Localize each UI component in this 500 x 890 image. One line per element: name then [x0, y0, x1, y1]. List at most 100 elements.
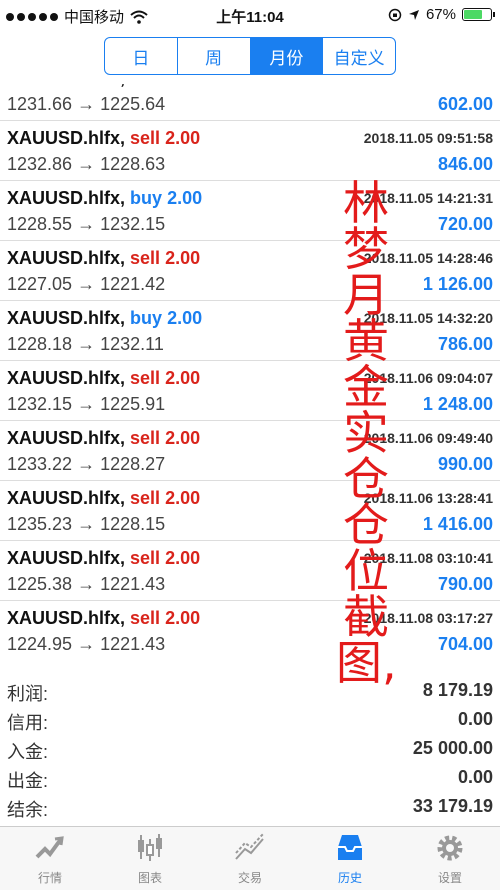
trade-profit: 790.00: [437, 574, 493, 594]
candlestick-icon: [138, 834, 162, 861]
summary-row: 入金: 25 000.00: [0, 736, 500, 765]
side-label: sell: [130, 428, 161, 448]
open-price: 1228.55: [7, 214, 73, 234]
trade-side: sell 2.00: [130, 128, 200, 148]
trade-profit: 1 248.00: [422, 394, 493, 414]
trade-row[interactable]: XAUUSD.hlfx, sell 2.00 2018.11.08 03:17:2…: [0, 600, 500, 660]
close-price: 1225.64: [100, 94, 166, 114]
segment-day[interactable]: 日: [105, 38, 178, 74]
symbol-name: XAUUSD.hlfx,: [7, 368, 126, 388]
trade-prices: 1232.15 → 1225.91: [7, 394, 166, 414]
watermark-text: 林梦月黄金实仓仓位截图,: [336, 176, 397, 690]
segment-custom[interactable]: 自定义: [323, 38, 395, 74]
segment-month[interactable]: 月份: [250, 38, 324, 74]
summary-row: 信用: 0.00: [0, 707, 500, 736]
trade-prices: 1235.23 → 1228.15: [7, 514, 166, 534]
side-label: sell: [130, 608, 161, 628]
side-label: sell: [130, 368, 161, 388]
trade-prices: 1224.95 → 1221.43: [7, 634, 166, 654]
tab-quotes-label: 行情: [37, 871, 62, 885]
symbol-name: XAUUSD.hlfx,: [7, 84, 125, 88]
close-price: 1228.63: [100, 154, 166, 174]
tab-trade-label: 交易: [237, 871, 262, 885]
trade-row[interactable]: XAUUSD.hlfx, sell 1.00 2018.11.05 07:25:2…: [0, 84, 500, 120]
trade-symbol: XAUUSD.hlfx, sell 2.00: [7, 608, 200, 629]
battery-percent: 67%: [425, 6, 456, 23]
trade-row[interactable]: XAUUSD.hlfx, buy 2.00 2018.11.05 14:21:31…: [0, 180, 500, 240]
side-label: sell: [130, 248, 161, 268]
trade-symbol: XAUUSD.hlfx, sell 2.00: [7, 488, 200, 509]
trade-row[interactable]: XAUUSD.hlfx, sell 2.00 2018.11.05 14:28:4…: [0, 240, 500, 300]
tab-history-label: 历史: [337, 871, 362, 885]
trade-profit: 602.00: [437, 94, 493, 114]
trade-prices: 1231.66 → 1225.64: [7, 94, 166, 114]
gear-icon: [437, 835, 463, 861]
lots-value: 1.00: [165, 84, 200, 88]
summary-value: 33 179.19: [412, 796, 493, 816]
side-label: buy: [130, 188, 163, 208]
symbol-name: XAUUSD.hlfx,: [7, 188, 126, 208]
summary-label: 出金:: [7, 771, 49, 791]
trade-side: sell 2.00: [130, 368, 200, 388]
close-price: 1228.27: [100, 454, 166, 474]
trade-side: sell 2.00: [130, 488, 200, 508]
tab-charts-label: 图表: [137, 871, 162, 885]
tab-charts[interactable]: 图表: [100, 827, 200, 890]
lots-value: 2.00: [165, 608, 201, 628]
side-label: sell: [130, 128, 161, 148]
open-price: 1235.23: [7, 514, 73, 534]
trade-row[interactable]: XAUUSD.hlfx, buy 2.00 2018.11.05 14:32:20…: [0, 300, 500, 360]
close-price: 1221.43: [100, 574, 166, 594]
trade-symbol: XAUUSD.hlfx, sell 2.00: [7, 248, 200, 269]
trade-row[interactable]: XAUUSD.hlfx, sell 2.00 2018.11.08 03:10:4…: [0, 540, 500, 600]
trade-profit: 990.00: [437, 454, 493, 474]
trade-symbol: XAUUSD.hlfx, buy 2.00: [7, 188, 202, 209]
side-label: sell: [130, 84, 160, 88]
rotation-lock-icon: [388, 8, 402, 21]
status-bar: 中国移动 上午11:04 67%: [0, 0, 500, 30]
tab-settings-label: 设置: [437, 871, 462, 885]
trade-profit: 720.00: [437, 214, 493, 234]
summary-value: 25 000.00: [412, 738, 493, 758]
side-label: sell: [130, 488, 161, 508]
lots-value: 2.00: [165, 548, 201, 568]
symbol-name: XAUUSD.hlfx,: [7, 248, 126, 268]
symbol-name: XAUUSD.hlfx,: [7, 128, 126, 148]
lots-value: 2.00: [165, 428, 201, 448]
tab-quotes[interactable]: 行情: [0, 827, 100, 890]
location-arrow-icon: [408, 9, 419, 20]
summary-value: 8 179.19: [422, 680, 493, 700]
open-price: 1224.95: [7, 634, 73, 654]
open-price: 1232.15: [7, 394, 73, 414]
summary-value: 0.00: [457, 767, 493, 787]
summary-label: 信用:: [7, 713, 49, 733]
trade-prices: 1228.18 → 1232.11: [7, 334, 164, 354]
summary-value: 0.00: [457, 709, 493, 729]
trade-side: buy 2.00: [130, 308, 202, 328]
open-price: 1227.05: [7, 274, 73, 294]
tab-settings[interactable]: 设置: [400, 827, 500, 890]
trade-row[interactable]: XAUUSD.hlfx, sell 2.00 2018.11.06 13:28:4…: [0, 480, 500, 540]
segment-week[interactable]: 周: [178, 38, 251, 74]
inbox-tray-icon: [338, 835, 362, 860]
lots-value: 2.00: [165, 128, 201, 148]
trade-row[interactable]: XAUUSD.hlfx, sell 2.00 2018.11.05 09:51:5…: [0, 120, 500, 180]
trade-row[interactable]: XAUUSD.hlfx, sell 2.00 2018.11.06 09:04:0…: [0, 360, 500, 420]
close-price: 1221.42: [100, 274, 166, 294]
close-price: 1221.43: [100, 634, 166, 654]
trade-row[interactable]: XAUUSD.hlfx, sell 2.00 2018.11.06 09:49:4…: [0, 420, 500, 480]
symbol-name: XAUUSD.hlfx,: [7, 548, 126, 568]
tab-trade[interactable]: 交易: [200, 827, 300, 890]
trade-symbol: XAUUSD.hlfx, sell 2.00: [7, 548, 200, 569]
trade-symbol: XAUUSD.hlfx, sell 2.00: [7, 368, 200, 389]
trade-prices: 1227.05 → 1221.42: [7, 274, 166, 294]
account-summary: 利润: 8 179.19 信用: 0.00 入金: 25 000.00 出金: 0.00 结余:…: [0, 678, 500, 823]
tab-history[interactable]: 历史: [300, 827, 400, 890]
open-price: 1231.66: [7, 94, 73, 114]
battery-icon: [462, 8, 495, 21]
lots-value: 2.00: [165, 488, 201, 508]
period-segmented-control[interactable]: 日 周 月份 自定义: [104, 37, 396, 75]
close-price: 1232.15: [100, 214, 166, 234]
summary-label: 利润:: [7, 684, 49, 704]
trade-history-list[interactable]: XAUUSD.hlfx, sell 1.00 2018.11.05 07:25:2…: [0, 84, 500, 674]
